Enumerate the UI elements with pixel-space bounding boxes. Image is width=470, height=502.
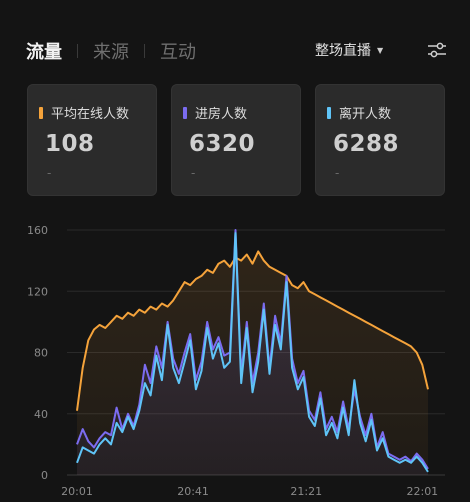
y-tick-label: 0 [41,469,48,482]
tab-divider [144,44,145,58]
stat-card-delta: - [191,166,196,180]
tab-divider [77,44,78,58]
scope-dropdown-label: 整场直播 [315,43,371,59]
stat-card-value: 6320 [189,131,256,157]
y-tick-label: 80 [34,347,48,360]
traffic-line-chart: 0 40 80 120 160 20:01 20:41 21:21 22:01 [27,224,445,498]
stat-card-avg-online: 平均在线人数 108 - [27,84,157,196]
y-tick-label: 120 [27,285,48,298]
stat-card-value: 108 [45,131,95,157]
scope-dropdown[interactable]: 整场直播 ▼ [315,40,383,60]
tab-interaction[interactable]: 互动 [160,38,196,64]
x-tick-label: 20:01 [61,485,93,498]
sliders-icon[interactable] [426,39,448,61]
stat-card-delta: - [335,166,340,180]
stat-card-delta: - [47,166,52,180]
stat-card-label: 平均在线人数 [51,107,130,122]
y-tick-label: 40 [34,408,48,421]
x-tick-label: 20:41 [177,485,209,498]
stat-card-exits: 离开人数 6288 - [315,84,445,196]
stat-card-label: 进房人数 [195,107,248,122]
legend-swatch [327,106,331,119]
tab-bar: 流量 来源 互动 [26,38,196,64]
stat-card-value: 6288 [333,131,400,157]
legend-swatch [183,106,187,119]
tab-source[interactable]: 来源 [93,38,129,64]
tab-traffic[interactable]: 流量 [26,38,62,64]
x-tick-label: 22:01 [406,485,438,498]
x-tick-label: 21:21 [290,485,322,498]
stat-card-entries: 进房人数 6320 - [171,84,301,196]
y-tick-label: 160 [27,224,48,237]
legend-swatch [39,106,43,119]
caret-down-icon: ▼ [377,45,384,55]
stat-card-label: 离开人数 [339,107,392,122]
